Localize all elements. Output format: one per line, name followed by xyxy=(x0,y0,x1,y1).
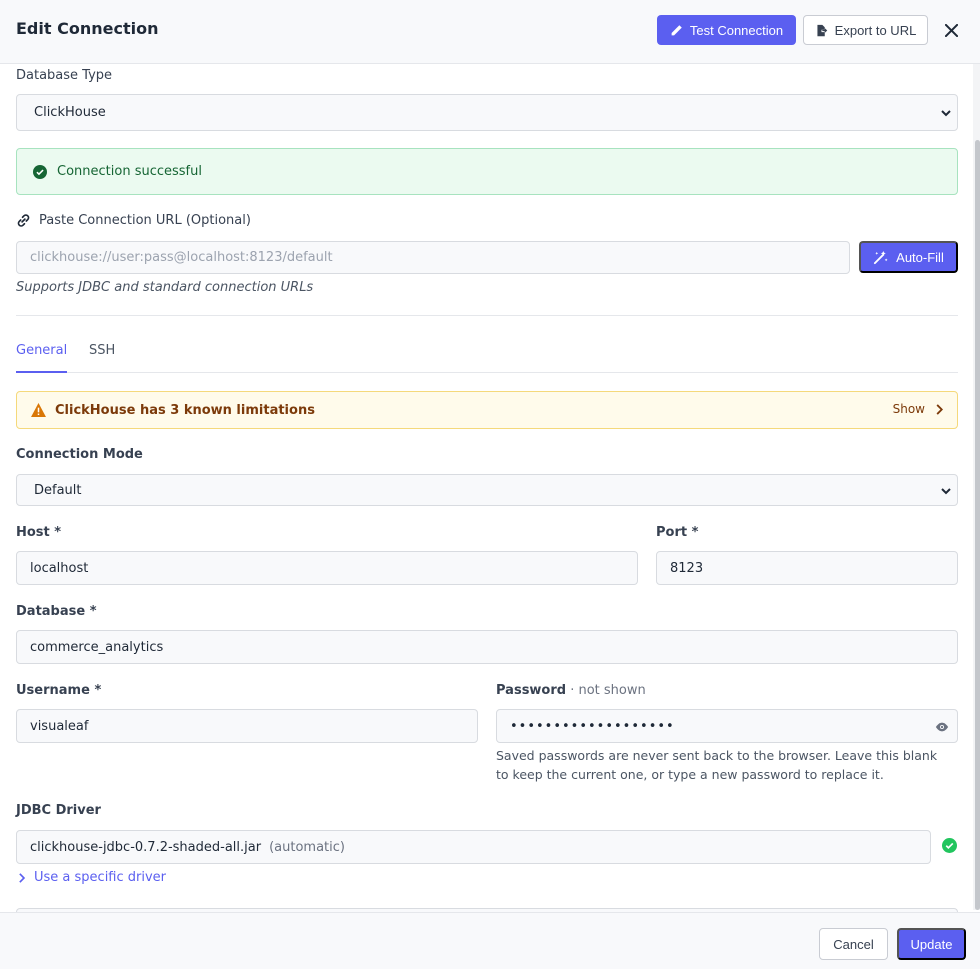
section-divider xyxy=(16,315,958,316)
port-value: 8123 xyxy=(670,560,704,576)
paste-url-label: Paste Connection URL (Optional) xyxy=(16,213,251,228)
warning-icon xyxy=(31,403,46,417)
password-label-group: Password · not shown xyxy=(496,683,646,698)
connection-status-text: Connection successful xyxy=(57,164,202,179)
host-label: Host * xyxy=(16,525,62,540)
database-type-select[interactable]: ClickHouse xyxy=(16,94,958,131)
scrollbar-thumb[interactable] xyxy=(975,140,980,910)
test-connection-button[interactable]: Test Connection xyxy=(657,15,796,45)
limitations-warning: ClickHouse has 3 known limitations Show xyxy=(16,391,958,429)
host-value: localhost xyxy=(30,560,89,576)
database-value: commerce_analytics xyxy=(30,639,164,655)
username-value: visualeaf xyxy=(30,718,89,734)
chevron-right-icon xyxy=(936,403,943,415)
port-input[interactable]: 8123 xyxy=(656,551,958,585)
pencil-icon xyxy=(671,24,682,35)
connection-url-input[interactable]: clickhouse://user:pass@localhost:8123/de… xyxy=(16,241,850,274)
username-input[interactable]: visualeaf xyxy=(16,709,478,743)
export-icon xyxy=(817,24,827,36)
database-label: Database * xyxy=(16,604,97,619)
connection-status-banner: Connection successful xyxy=(16,148,958,195)
export-to-url-label: Export to URL xyxy=(834,22,917,38)
connection-mode-label: Connection Mode xyxy=(16,447,143,462)
password-masked-value: ••••••••••••••••••• xyxy=(510,718,675,734)
host-input[interactable]: localhost xyxy=(16,551,638,585)
connection-mode-value: Default xyxy=(34,482,82,498)
magic-wand-icon xyxy=(874,250,888,264)
database-input[interactable]: commerce_analytics xyxy=(16,630,958,664)
paste-url-label-text: Paste Connection URL (Optional) xyxy=(39,213,251,228)
jdbc-driver-label: JDBC Driver xyxy=(16,803,101,818)
connection-mode-select[interactable]: Default xyxy=(16,474,958,506)
modal-header: Edit Connection Test Connection Export t… xyxy=(0,0,980,64)
auto-fill-button[interactable]: Auto-Fill xyxy=(859,241,958,273)
jdbc-driver-value: clickhouse-jdbc-0.7.2-shaded-all.jar xyxy=(30,839,262,855)
connection-url-placeholder: clickhouse://user:pass@localhost:8123/de… xyxy=(30,250,333,265)
paste-url-hint: Supports JDBC and standard connection UR… xyxy=(16,280,314,295)
password-input[interactable]: ••••••••••••••••••• xyxy=(496,709,958,743)
limitations-text: ClickHouse has 3 known limitations xyxy=(55,402,315,418)
check-circle-icon xyxy=(33,164,47,179)
close-button[interactable] xyxy=(940,19,962,41)
cancel-button[interactable]: Cancel xyxy=(819,928,888,960)
export-to-url-button[interactable]: Export to URL xyxy=(803,15,928,45)
modal-title: Edit Connection xyxy=(16,19,159,38)
auto-fill-label: Auto-Fill xyxy=(896,249,944,265)
eye-icon[interactable] xyxy=(935,721,949,733)
show-limitations-button[interactable]: Show xyxy=(893,402,943,416)
chevron-down-icon xyxy=(941,488,951,495)
link-icon xyxy=(17,214,30,227)
database-type-value: ClickHouse xyxy=(34,105,106,120)
password-status: · not shown xyxy=(566,683,646,698)
use-specific-driver-link[interactable]: Use a specific driver xyxy=(18,870,166,885)
database-type-label: Database Type xyxy=(16,68,113,83)
password-label: Password xyxy=(496,683,567,698)
close-icon xyxy=(944,23,958,37)
jdbc-driver-mode: (automatic) xyxy=(269,839,345,855)
chevron-down-icon xyxy=(941,110,951,117)
show-limitations-label: Show xyxy=(892,402,925,416)
test-connection-label: Test Connection xyxy=(689,22,784,38)
check-circle-icon xyxy=(942,838,957,853)
jdbc-driver-field: clickhouse-jdbc-0.7.2-shaded-all.jar (au… xyxy=(16,830,931,864)
chevron-right-icon xyxy=(19,872,25,883)
username-label: Username * xyxy=(16,683,102,698)
use-specific-driver-label: Use a specific driver xyxy=(34,870,167,885)
tab-ssh[interactable]: SSH xyxy=(89,343,115,373)
connection-tabs: General SSH xyxy=(16,340,958,373)
update-button[interactable]: Update xyxy=(897,928,966,960)
tab-general[interactable]: General xyxy=(16,343,68,373)
password-note: Saved passwords are never sent back to t… xyxy=(496,748,938,782)
port-label: Port * xyxy=(656,525,699,540)
